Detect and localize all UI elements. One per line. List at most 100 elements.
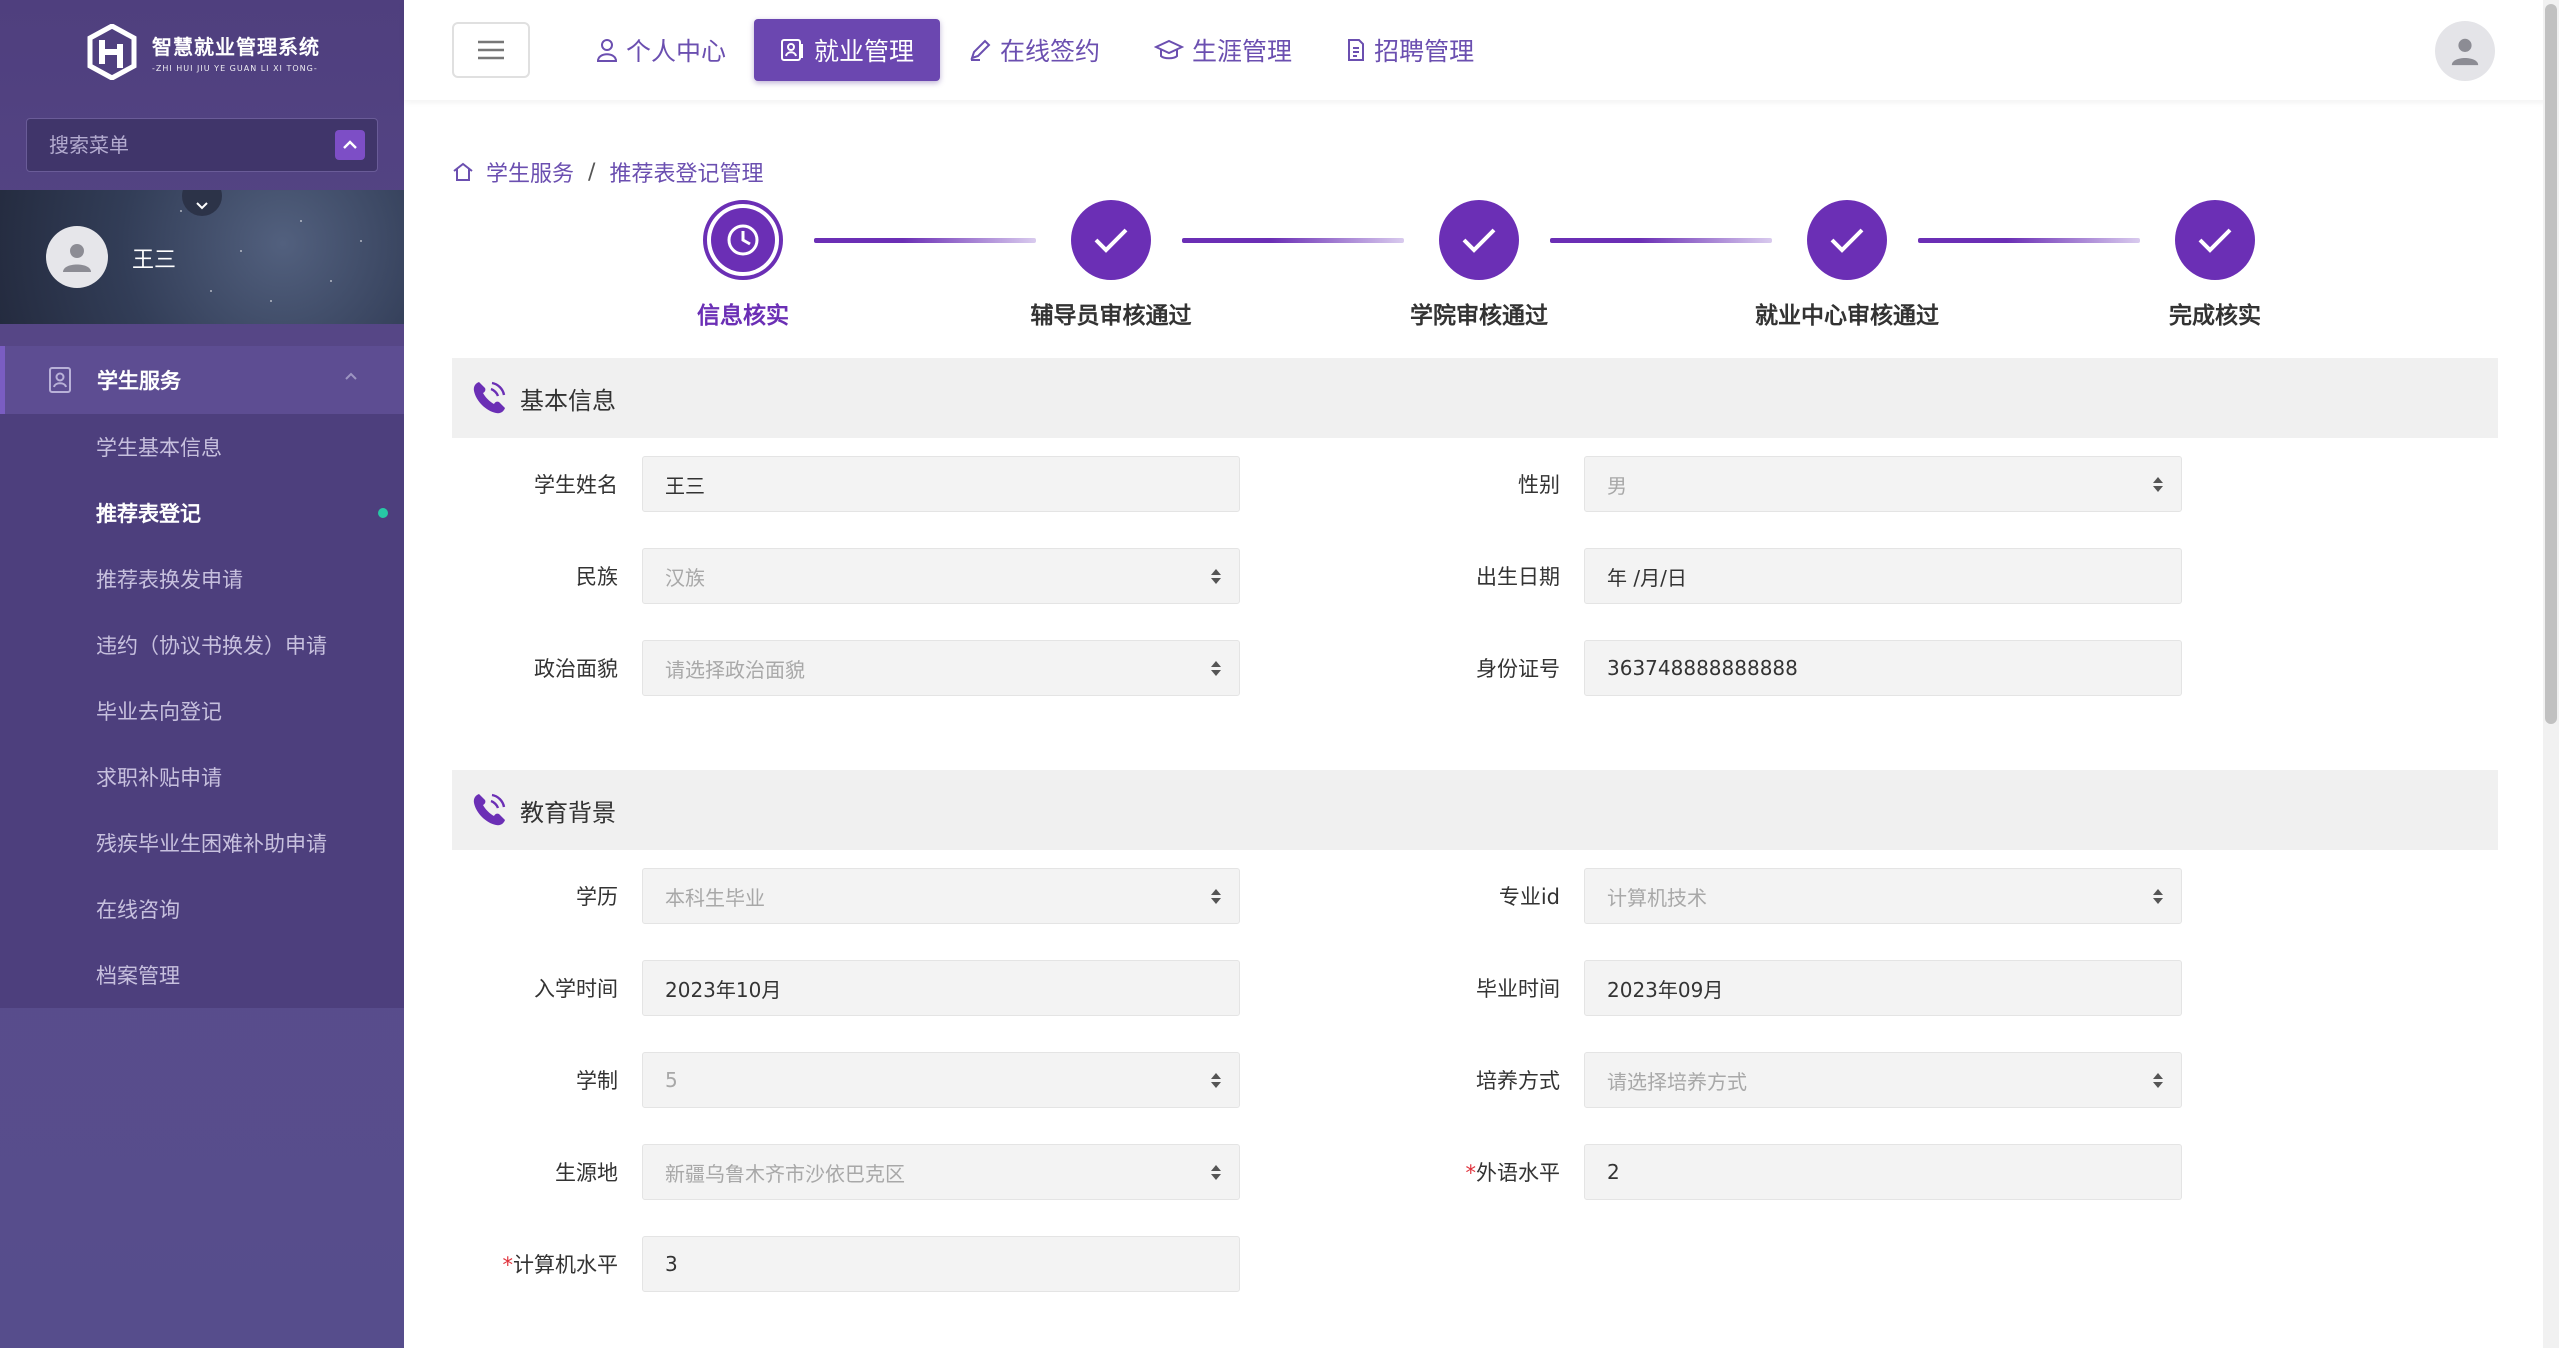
sidebar-item-label: 在线咨询	[96, 898, 180, 922]
birth-date-input[interactable]: 年 /月/日	[1584, 548, 2182, 604]
field-id-number: 身份证号 363748888888888	[1394, 640, 2182, 696]
field-label: 性别	[1518, 473, 1560, 497]
field-study-years: 学制 5	[452, 1052, 1240, 1108]
sidebar-item-label: 推荐表登记	[96, 502, 201, 526]
step-circle	[1807, 200, 1887, 280]
required-mark: *	[1465, 1161, 1477, 1185]
field-label: 入学时间	[534, 977, 618, 1001]
training-mode-select[interactable]: 请选择培养方式	[1584, 1052, 2182, 1108]
check-icon	[1830, 228, 1864, 253]
menu-search-toggle-button[interactable]	[335, 130, 365, 160]
sidebar-group-label: 学生服务	[97, 369, 181, 393]
major-select[interactable]: 计算机技术	[1584, 868, 2182, 924]
sidebar-item-archive[interactable]: 档案管理	[0, 942, 404, 1008]
gender-select[interactable]: 男	[1584, 456, 2182, 512]
field-value: 5	[665, 1068, 678, 1092]
sidebar-group-student-service[interactable]: 学生服务	[0, 346, 404, 414]
step-label: 学院审核通过	[1410, 303, 1548, 329]
select-arrows-icon	[1211, 1072, 1221, 1088]
breadcrumb-root[interactable]: 学生服务	[486, 156, 574, 188]
sidebar-submenu: 学生基本信息 推荐表登记 推荐表换发申请 违约（协议书换发）申请 毕业去向登记 …	[0, 414, 404, 1008]
degree-select[interactable]: 本科生毕业	[642, 868, 1240, 924]
tab-recruitment-management[interactable]: 招聘管理	[1320, 19, 1500, 81]
study-years-select[interactable]: 5	[642, 1052, 1240, 1108]
tab-personal-center[interactable]: 个人中心	[570, 19, 752, 81]
step-circle	[703, 200, 783, 280]
step-circle	[1071, 200, 1151, 280]
select-arrows-icon	[1211, 888, 1221, 904]
origin-select[interactable]: 新疆乌鲁木齐市沙依巴克区	[642, 1144, 1240, 1200]
field-label: 身份证号	[1476, 657, 1560, 681]
active-indicator	[378, 508, 388, 518]
menu-search-input[interactable]	[49, 133, 309, 157]
step-circle	[1439, 200, 1519, 280]
ethnicity-select[interactable]: 汉族	[642, 548, 1240, 604]
id-number-input[interactable]: 363748888888888	[1584, 640, 2182, 696]
select-arrows-icon	[2153, 888, 2163, 904]
sidebar-item-label: 毕业去向登记	[96, 700, 222, 724]
breadcrumb: 学生服务 / 推荐表登记管理	[452, 156, 763, 188]
sidebar-item-recommendation-reissue[interactable]: 推荐表换发申请	[0, 546, 404, 612]
sidebar-item-graduation-destination[interactable]: 毕业去向登记	[0, 678, 404, 744]
foreign-language-input[interactable]: 2	[1584, 1144, 2182, 1200]
step-college-approved: 学院审核通过	[1359, 200, 1599, 330]
user-panel-collapse-button[interactable]	[182, 190, 222, 216]
field-value: 请选择政治面貌	[665, 657, 805, 682]
brand: 智慧就业管理系统 -ZHI HUI JIU YE GUAN LI XI TONG…	[0, 0, 404, 104]
field-label-wrap: *外语水平	[1394, 1157, 1584, 1187]
computer-level-input[interactable]: 3	[642, 1236, 1240, 1292]
page-scrollbar[interactable]	[2543, 0, 2559, 1348]
field-value: 363748888888888	[1607, 656, 1798, 680]
graduate-date-input[interactable]: 2023年09月	[1584, 960, 2182, 1016]
tab-employment-management[interactable]: 就业管理	[754, 19, 941, 81]
enroll-date-input[interactable]: 2023年10月	[642, 960, 1240, 1016]
field-value: 新疆乌鲁木齐市沙依巴克区	[665, 1161, 905, 1186]
menu-toggle-button[interactable]	[452, 22, 530, 78]
step-info-verify: 信息核实	[623, 200, 863, 330]
sidebar-item-online-consult[interactable]: 在线咨询	[0, 876, 404, 942]
field-enroll-date: 入学时间 2023年10月	[452, 960, 1240, 1016]
tab-online-signing[interactable]: 在线签约	[942, 19, 1126, 81]
breadcrumb-current: 推荐表登记管理	[609, 162, 764, 187]
tab-career-management[interactable]: 生涯管理	[1128, 19, 1318, 81]
select-arrows-icon	[2153, 1072, 2163, 1088]
field-student-name: 学生姓名 王三	[452, 456, 1240, 512]
chevron-up-icon	[345, 372, 357, 380]
field-major: 专业id 计算机技术	[1394, 868, 2182, 924]
sidebar-item-recommendation-register[interactable]: 推荐表登记	[0, 480, 404, 546]
field-political-status: 政治面貌 请选择政治面貌	[452, 640, 1240, 696]
select-arrows-icon	[1211, 660, 1221, 676]
sidebar-item-breach-application[interactable]: 违约（协议书换发）申请	[0, 612, 404, 678]
sidebar-item-disability-aid[interactable]: 残疾毕业生困难补助申请	[0, 810, 404, 876]
sidebar-item-job-subsidy[interactable]: 求职补贴申请	[0, 744, 404, 810]
home-icon[interactable]	[452, 162, 474, 182]
breadcrumb-separator: /	[588, 159, 596, 185]
field-value: 年 /月/日	[1607, 565, 1687, 590]
main-content: 学生服务 / 推荐表登记管理 信息核实 辅导员审核通过 学院审核通过 就业中心审…	[404, 100, 2543, 1348]
user-icon	[596, 39, 618, 62]
field-label: 外语水平	[1476, 1161, 1560, 1185]
user-avatar[interactable]	[46, 226, 108, 288]
top-user-avatar[interactable]	[2435, 21, 2495, 81]
field-computer-level: *计算机水平 3	[452, 1236, 1240, 1292]
section-title: 教育背景	[520, 798, 616, 827]
user-silhouette-icon	[2451, 38, 2479, 66]
field-value: 2	[1607, 1160, 1620, 1184]
sidebar-item-label: 残疾毕业生困难补助申请	[96, 832, 327, 856]
sidebar-item-label: 档案管理	[96, 964, 180, 988]
section-education: 教育背景	[452, 770, 2498, 850]
sidebar-item-student-info[interactable]: 学生基本信息	[0, 414, 404, 480]
field-label: 学历	[576, 885, 618, 909]
id-card-icon	[781, 39, 804, 61]
step-employment-center-approved: 就业中心审核通过	[1727, 200, 1967, 330]
select-arrows-icon	[1211, 568, 1221, 584]
field-label: 学生姓名	[534, 473, 618, 497]
page-scrollbar-thumb[interactable]	[2545, 4, 2557, 724]
field-graduate-date: 毕业时间 2023年09月	[1394, 960, 2182, 1016]
field-label: 培养方式	[1476, 1069, 1560, 1093]
step-circle	[2175, 200, 2255, 280]
field-foreign-language: *外语水平 2	[1394, 1144, 2182, 1200]
political-status-select[interactable]: 请选择政治面貌	[642, 640, 1240, 696]
student-name-input[interactable]: 王三	[642, 456, 1240, 512]
chevron-up-icon	[343, 140, 357, 149]
